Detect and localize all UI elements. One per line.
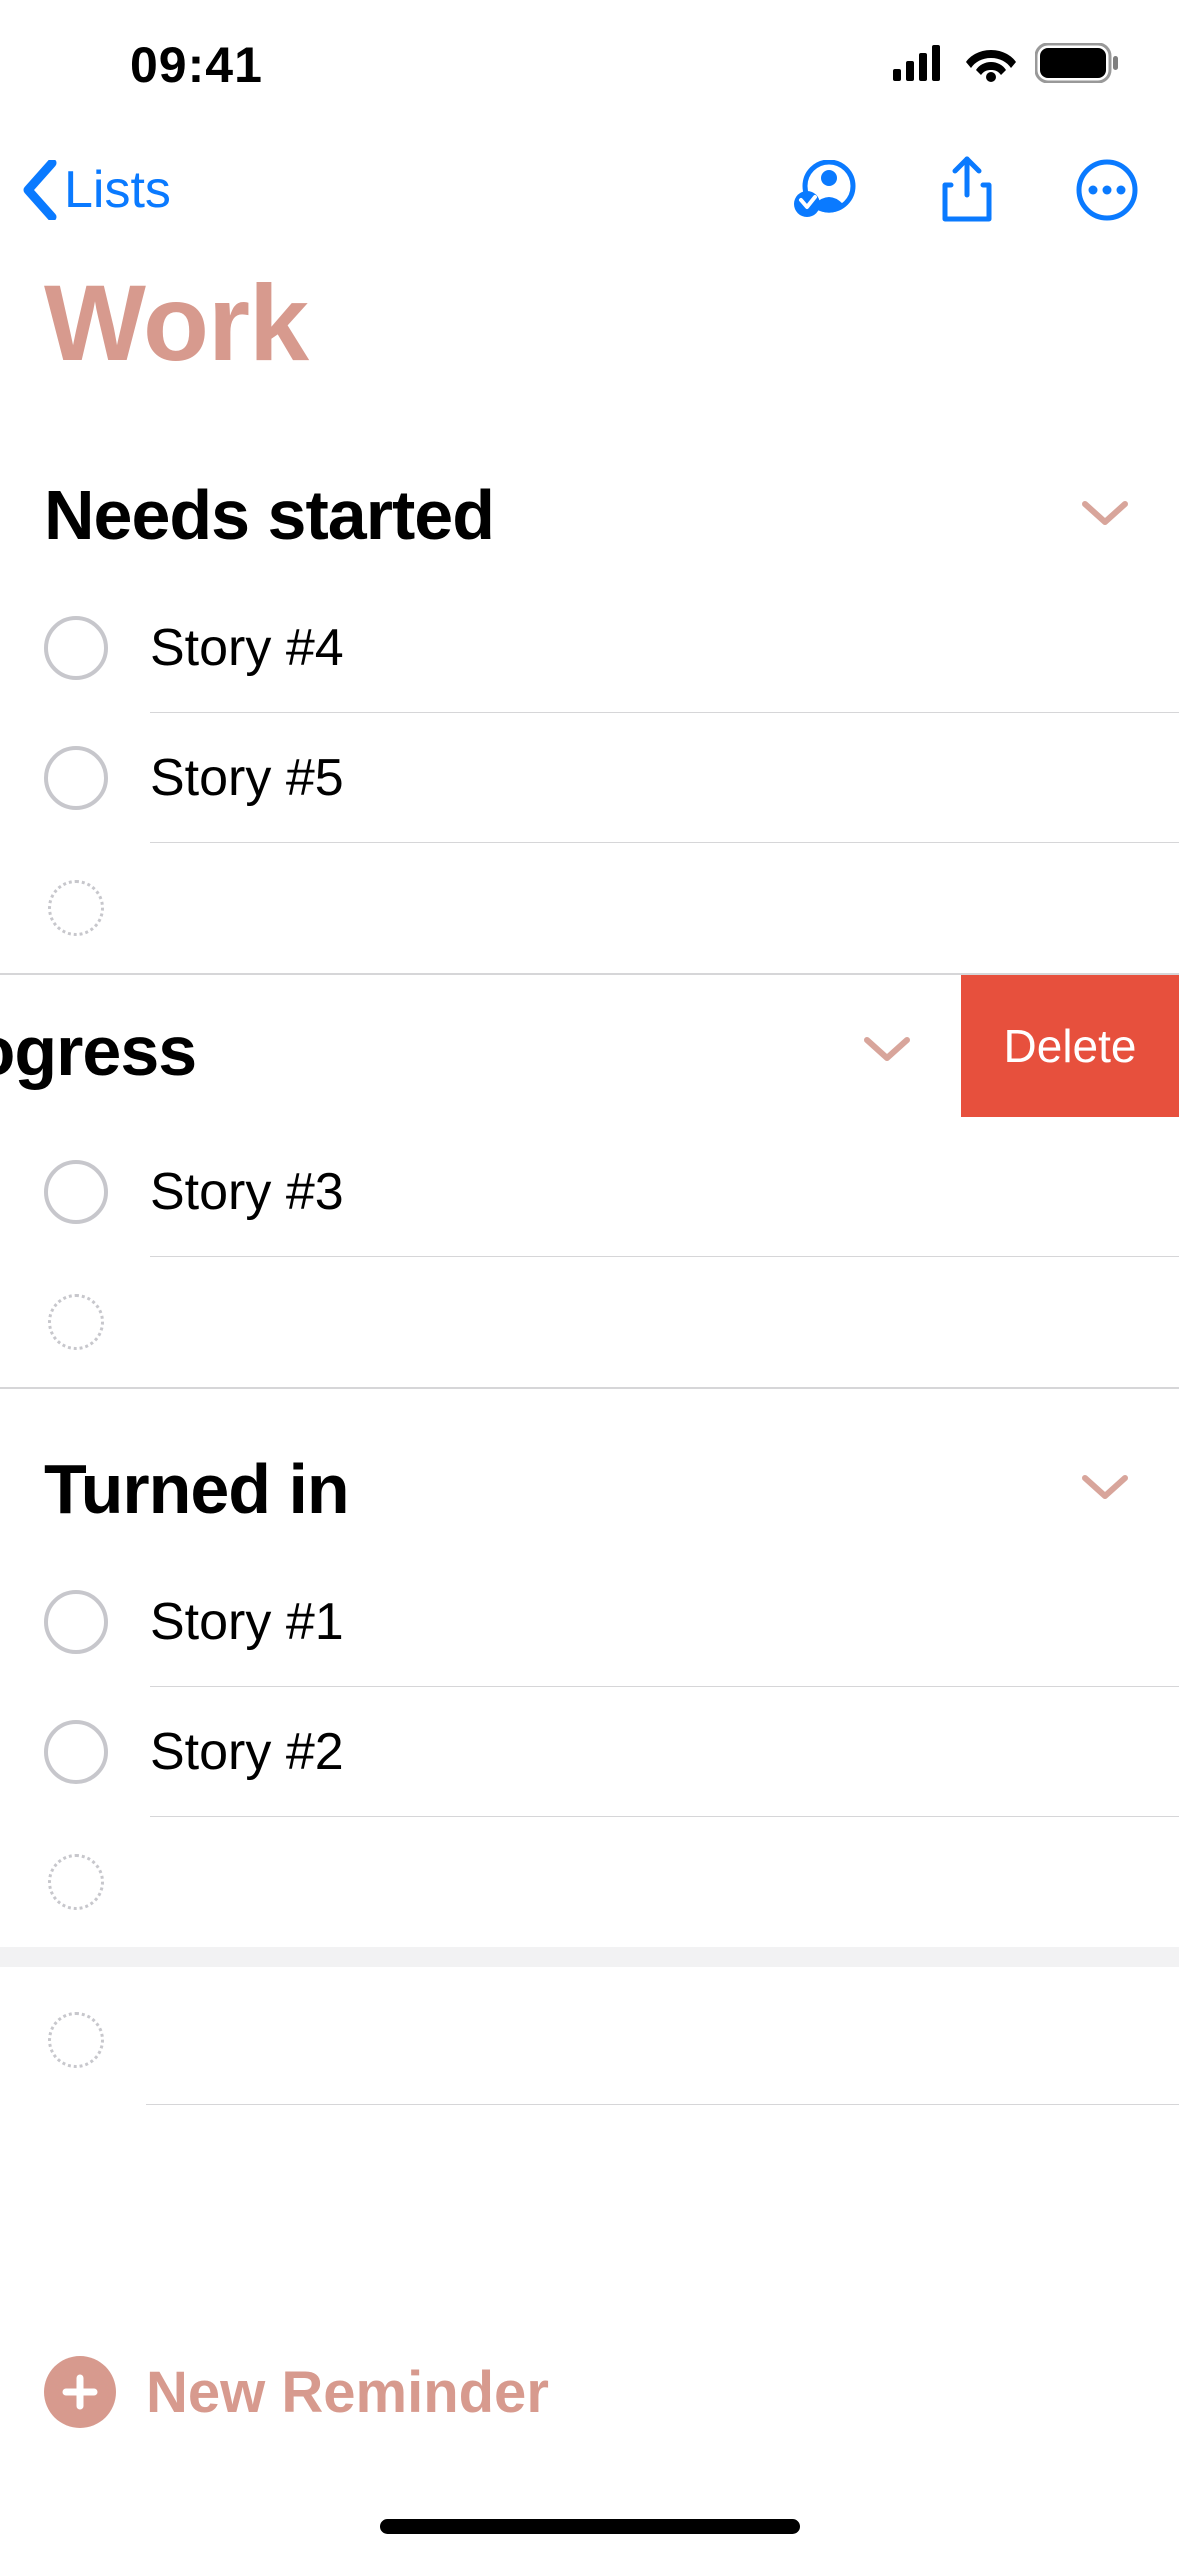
checkbox-unchecked-icon[interactable]	[44, 1160, 108, 1224]
collaborate-icon[interactable]	[789, 160, 859, 220]
item-title: Story #4	[150, 618, 344, 678]
chevron-down-icon[interactable]	[863, 1034, 911, 1069]
list-title: Work	[0, 250, 1179, 415]
checkbox-unchecked-icon[interactable]	[44, 746, 108, 810]
share-icon[interactable]	[939, 155, 995, 225]
list-item[interactable]: Story #5	[44, 713, 1179, 843]
section-in-progress: Delete In progress Story #3	[0, 975, 1179, 1387]
checkbox-unchecked-icon[interactable]	[44, 616, 108, 680]
item-title: Story #5	[150, 748, 344, 808]
checkbox-placeholder-icon	[48, 1854, 104, 1910]
section-title: In progress	[0, 1011, 196, 1091]
section-items: Story #3	[0, 1127, 1179, 1387]
new-reminder-label: New Reminder	[146, 2359, 549, 2426]
delete-button[interactable]: Delete	[961, 975, 1179, 1117]
section-turned-in: Turned in Story #1 Story #2	[0, 1389, 1179, 1947]
checkbox-placeholder-icon	[48, 1294, 104, 1350]
nav-bar: Lists	[0, 130, 1179, 250]
chevron-down-icon[interactable]	[1081, 1472, 1129, 1507]
status-icons	[893, 43, 1119, 88]
back-button[interactable]: Lists	[20, 160, 171, 220]
status-time: 09:41	[130, 36, 263, 94]
new-reminder-button[interactable]: New Reminder	[0, 2356, 1179, 2428]
more-icon[interactable]	[1075, 158, 1139, 222]
wifi-icon	[965, 44, 1017, 87]
section-title: Turned in	[44, 1449, 349, 1529]
status-bar: 09:41	[0, 0, 1179, 130]
section-header[interactable]: Needs started	[0, 415, 1179, 583]
item-title: Story #3	[150, 1162, 344, 1222]
new-item-placeholder[interactable]	[44, 1817, 1179, 1947]
section-needs-started: Needs started Story #4 Story #5	[0, 415, 1179, 973]
list-item[interactable]: Story #3	[44, 1127, 1179, 1257]
delete-label: Delete	[1004, 1019, 1137, 1073]
chevron-down-icon[interactable]	[1081, 498, 1129, 533]
cellular-icon	[893, 45, 947, 86]
standalone-new-item	[0, 1975, 1179, 2105]
back-label: Lists	[64, 160, 171, 220]
list-item[interactable]: Story #1	[44, 1557, 1179, 1687]
list-item[interactable]: Story #4	[44, 583, 1179, 713]
new-item-placeholder[interactable]	[44, 1975, 1179, 2105]
checkbox-placeholder-icon	[48, 2012, 104, 2068]
item-title: Story #2	[150, 1722, 344, 1782]
checkbox-unchecked-icon[interactable]	[44, 1720, 108, 1784]
nav-actions	[789, 155, 1139, 225]
section-items: Story #4 Story #5	[0, 583, 1179, 973]
item-title: Story #1	[150, 1592, 344, 1652]
list-item[interactable]: Story #2	[44, 1687, 1179, 1817]
home-indicator[interactable]	[380, 2519, 800, 2534]
checkbox-placeholder-icon	[48, 880, 104, 936]
plus-circle-icon	[44, 2356, 116, 2428]
section-title: Needs started	[44, 475, 494, 555]
chevron-left-icon	[20, 160, 60, 220]
new-item-placeholder[interactable]	[44, 1257, 1179, 1387]
section-separator	[0, 1947, 1179, 1967]
section-header[interactable]: In progress	[0, 975, 961, 1127]
bottom-toolbar: New Reminder	[0, 2356, 1179, 2556]
checkbox-unchecked-icon[interactable]	[44, 1590, 108, 1654]
battery-icon	[1035, 43, 1119, 88]
section-header[interactable]: Turned in	[0, 1389, 1179, 1557]
new-item-placeholder[interactable]	[44, 843, 1179, 973]
section-items: Story #1 Story #2	[0, 1557, 1179, 1947]
